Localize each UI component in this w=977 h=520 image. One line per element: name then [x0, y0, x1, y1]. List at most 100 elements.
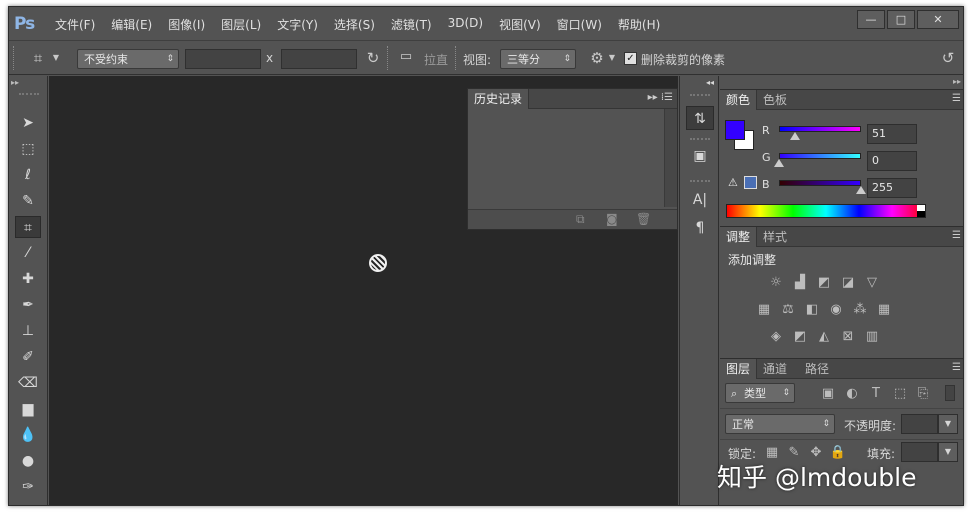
posterize-icon[interactable]: ◩	[790, 328, 810, 346]
fill-dropdown-icon[interactable]: ▼	[938, 442, 958, 462]
straighten-icon[interactable]: ▭	[395, 49, 417, 69]
tab-swatches[interactable]: 色板	[757, 90, 793, 110]
dock-grip[interactable]	[690, 138, 710, 140]
crop-width-input[interactable]	[185, 49, 261, 69]
blue-slider[interactable]	[779, 180, 861, 186]
restore-button[interactable]: □	[887, 10, 915, 29]
menu-edit[interactable]: 编辑(E)	[103, 16, 160, 33]
tab-history[interactable]: 历史记录	[468, 89, 530, 109]
menu-file[interactable]: 文件(F)	[47, 16, 103, 33]
tab-color[interactable]: 颜色	[720, 90, 758, 110]
clone-stamp-tool-icon[interactable]: ⊥	[15, 320, 41, 342]
options-bar-grip[interactable]	[13, 46, 16, 70]
collapse-icon[interactable]: ◂◂	[702, 77, 718, 89]
menu-filter[interactable]: 滤镜(T)	[383, 16, 440, 33]
eraser-tool-icon[interactable]: ⌫	[15, 372, 41, 394]
photo-filter-icon[interactable]: ◉	[826, 301, 846, 319]
panel-grip[interactable]	[19, 93, 39, 95]
dodge-tool-icon[interactable]: ●	[15, 450, 41, 472]
channel-mixer-icon[interactable]: ⁂	[850, 301, 870, 319]
out-of-gamut-warning-icon[interactable]: ⚠	[728, 176, 738, 189]
invert-icon[interactable]: ◈	[766, 328, 786, 346]
threshold-icon[interactable]: ◭	[814, 328, 834, 346]
history-scrollbar[interactable]	[664, 109, 677, 207]
pixel-layer-filter-icon[interactable]: ▣	[818, 385, 838, 403]
adjustment-layer-filter-icon[interactable]: ◐	[842, 385, 862, 403]
pen-tool-icon[interactable]: ✑	[15, 476, 41, 498]
brush-tool-icon[interactable]: ✒	[15, 294, 41, 316]
healing-brush-tool-icon[interactable]: ✚	[15, 268, 41, 290]
blend-mode-select[interactable]: 正常	[725, 414, 835, 434]
green-value-input[interactable]: 0	[867, 151, 917, 171]
menu-window[interactable]: 窗口(W)	[549, 16, 610, 33]
snapshot-icon[interactable]: ◙	[606, 212, 618, 226]
dock-grip[interactable]	[690, 94, 710, 96]
view-overlay-select[interactable]: 三等分	[500, 49, 576, 69]
gradient-tool-icon[interactable]: ▆	[15, 398, 41, 420]
filter-toggle-switch[interactable]	[945, 385, 955, 401]
type-layer-filter-icon[interactable]: T	[866, 385, 886, 403]
tab-channels[interactable]: 通道	[757, 359, 793, 379]
preset-dropdown-icon[interactable]: ▼	[51, 53, 61, 73]
blur-tool-icon[interactable]: 💧	[15, 424, 41, 446]
color-spectrum-ramp[interactable]	[726, 204, 926, 218]
menu-3d[interactable]: 3D(D)	[440, 16, 491, 33]
shape-layer-filter-icon[interactable]: ⬚	[890, 385, 910, 403]
hue-saturation-icon[interactable]: ▦	[754, 301, 774, 319]
gear-dropdown-icon[interactable]: ▼	[607, 53, 617, 73]
dock-grip[interactable]	[690, 180, 710, 182]
delete-cropped-pixels-label[interactable]: 删除裁剪的像素	[641, 51, 725, 71]
tab-paths[interactable]: 路径	[799, 359, 835, 379]
tab-layers[interactable]: 图层	[720, 359, 758, 379]
lasso-tool-icon[interactable]: ℓ	[15, 164, 41, 186]
gradient-map-icon[interactable]: ▥	[862, 328, 882, 346]
levels-icon[interactable]: ▟	[790, 274, 810, 292]
marquee-tool-icon[interactable]: ⬚	[15, 138, 41, 160]
red-slider-thumb[interactable]	[790, 132, 801, 140]
web-safe-color-icon[interactable]	[744, 176, 757, 189]
menu-help[interactable]: 帮助(H)	[610, 16, 668, 33]
opacity-input[interactable]	[901, 414, 938, 434]
red-value-input[interactable]: 51	[867, 124, 917, 144]
swap-dimensions-icon[interactable]: ↻	[364, 49, 382, 69]
color-lookup-icon[interactable]: ▦	[874, 301, 894, 319]
black-white-icon[interactable]: ◧	[802, 301, 822, 319]
paragraph-panel-icon[interactable]: ¶	[686, 216, 714, 240]
selective-color-icon[interactable]: ⊠	[838, 328, 858, 346]
vibrance-icon[interactable]: ▽	[862, 274, 882, 292]
close-button[interactable]: ✕	[917, 10, 959, 29]
tab-styles[interactable]: 样式	[757, 227, 793, 247]
menu-layer[interactable]: 图层(L)	[213, 16, 269, 33]
delete-cropped-pixels-checkbox[interactable]: ✓	[624, 52, 637, 65]
color-balance-icon[interactable]: ⚖	[778, 301, 798, 319]
menu-view[interactable]: 视图(V)	[491, 16, 549, 33]
quick-select-tool-icon[interactable]: ✎	[15, 190, 41, 212]
exposure-icon[interactable]: ◪	[838, 274, 858, 292]
smart-object-filter-icon[interactable]: ⎘	[913, 385, 933, 403]
menu-select[interactable]: 选择(S)	[326, 16, 383, 33]
minimize-button[interactable]: —	[857, 10, 885, 29]
crop-height-input[interactable]	[281, 49, 357, 69]
history-panel-icon[interactable]: ⇅	[686, 106, 714, 130]
blue-value-input[interactable]: 255	[867, 178, 917, 198]
history-brush-tool-icon[interactable]: ✐	[15, 346, 41, 368]
collapse-icon[interactable]: ▸▸	[953, 77, 961, 86]
move-tool-icon[interactable]: ➤	[15, 112, 41, 134]
crop-tool-icon[interactable]: ⌗	[15, 216, 41, 238]
reset-icon[interactable]: ↺	[937, 49, 959, 69]
brightness-contrast-icon[interactable]: ☼	[766, 274, 786, 292]
blue-slider-thumb[interactable]	[856, 186, 866, 194]
green-slider[interactable]	[779, 153, 861, 159]
eyedropper-tool-icon[interactable]: ⁄	[15, 242, 41, 264]
straighten-label[interactable]: 拉直	[424, 51, 448, 71]
panel-menu-icon[interactable]: ☰	[952, 230, 961, 241]
new-document-from-state-icon[interactable]: ⧉	[576, 212, 585, 227]
tab-adjustments[interactable]: 调整	[720, 227, 758, 247]
foreground-color-swatch[interactable]	[725, 120, 745, 140]
curves-icon[interactable]: ◩	[814, 274, 834, 292]
menu-image[interactable]: 图像(I)	[160, 16, 213, 33]
history-list[interactable]	[468, 109, 664, 207]
crop-tool-preset-icon[interactable]: ⌗	[27, 49, 49, 69]
opacity-dropdown-icon[interactable]: ▼	[938, 414, 958, 434]
ratio-select[interactable]: 不受约束	[77, 49, 179, 69]
